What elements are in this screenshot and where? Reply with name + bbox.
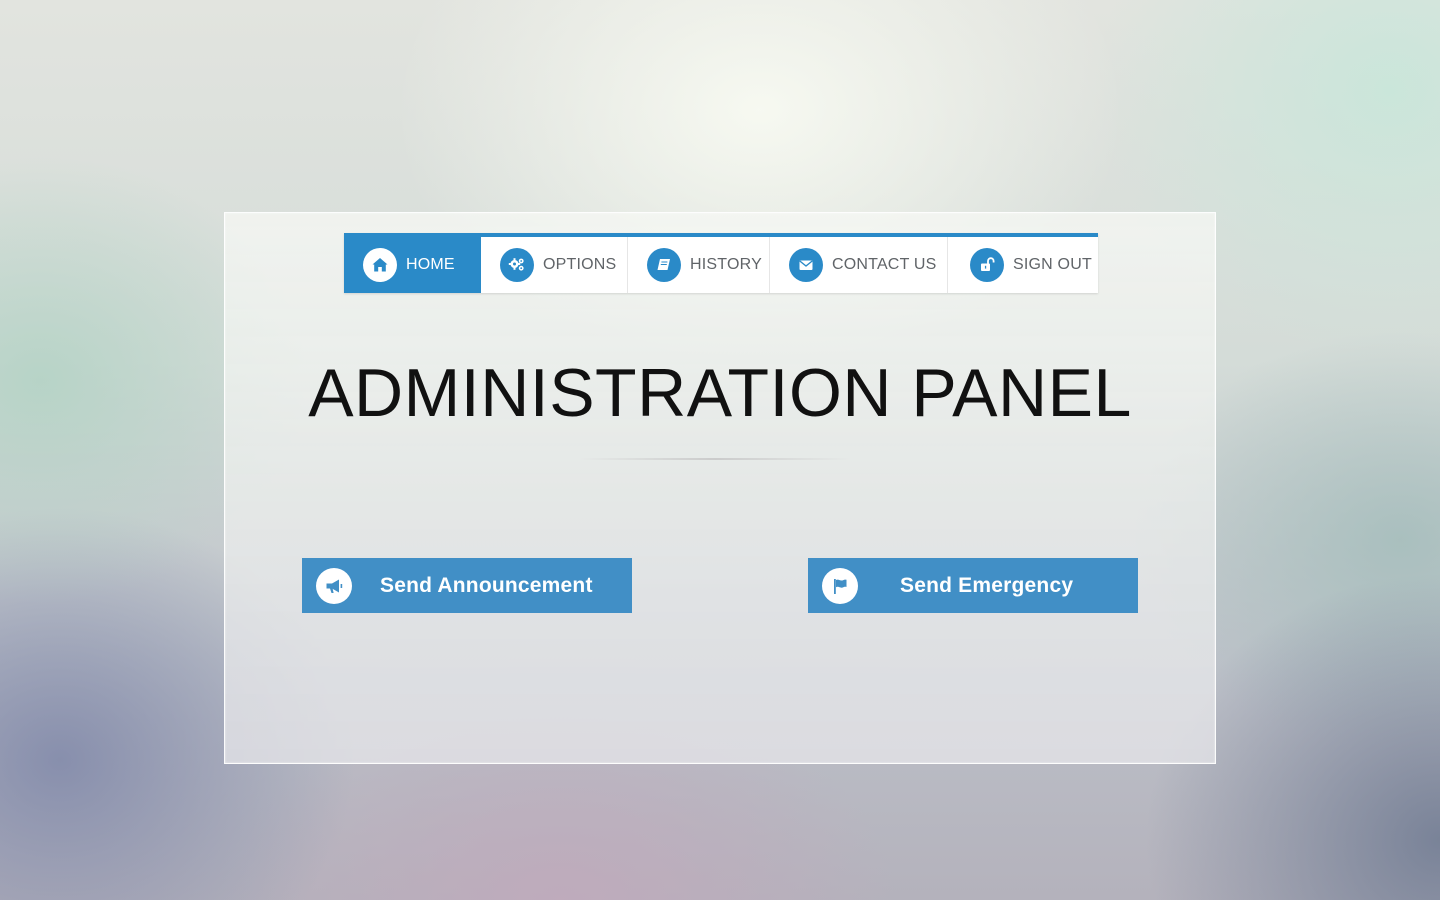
nav-label-sign-out: SIGN OUT (1013, 256, 1092, 273)
nav-label-history: HISTORY (690, 256, 762, 273)
admin-panel: HOME OPTIONS HISTORY CONTACT US SIGN OUT… (224, 212, 1216, 764)
page-title: ADMINISTRATION PANEL (308, 355, 1132, 431)
nav-item-sign-out[interactable]: SIGN OUT (948, 237, 1098, 293)
nav-item-contact[interactable]: CONTACT US (770, 237, 948, 293)
title-divider (580, 458, 850, 460)
send-announcement-label: Send Announcement (380, 573, 593, 597)
flag-icon (822, 567, 858, 604)
gears-icon (500, 248, 534, 282)
nav-item-history[interactable]: HISTORY (628, 237, 770, 293)
nav-label-options: OPTIONS (543, 256, 617, 273)
nav-label-home: HOME (406, 256, 455, 273)
send-emergency-label: Send Emergency (900, 573, 1074, 597)
envelope-icon (789, 248, 823, 282)
send-emergency-button[interactable]: Send Emergency (808, 558, 1138, 613)
nav-item-options[interactable]: OPTIONS (481, 237, 628, 293)
top-nav: HOME OPTIONS HISTORY CONTACT US SIGN OUT (344, 233, 1098, 293)
nav-label-contact: CONTACT US (832, 256, 937, 273)
home-icon (363, 248, 397, 282)
megaphone-icon (316, 567, 352, 604)
unlock-icon (970, 248, 1004, 282)
send-announcement-button[interactable]: Send Announcement (302, 558, 632, 613)
nav-item-home[interactable]: HOME (344, 237, 481, 293)
book-icon (647, 248, 681, 282)
